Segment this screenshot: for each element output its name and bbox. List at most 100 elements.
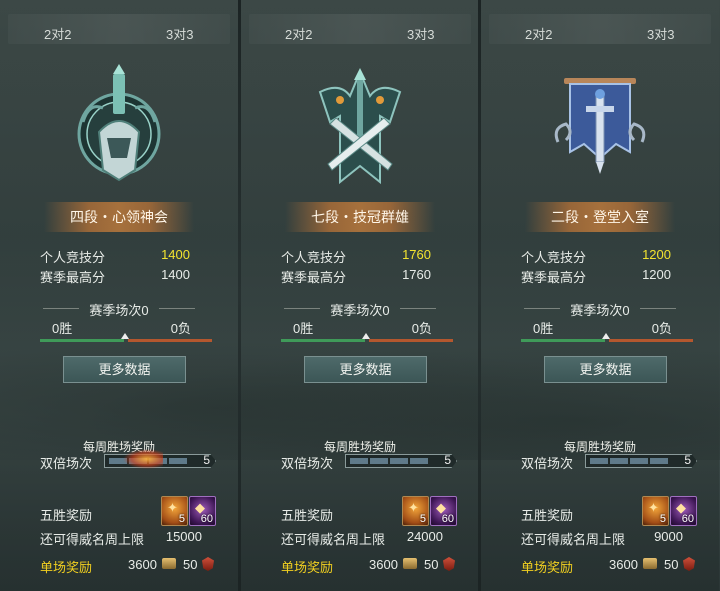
weekly-limit-value: 24000 — [406, 529, 443, 544]
weekly-reward-title: 每周胜场奖励 — [82, 440, 155, 454]
shield-badge-icon — [443, 557, 455, 571]
bar-segment — [650, 458, 668, 464]
reward-item-scroll-icon[interactable]: ✦ 5 — [161, 496, 188, 526]
losses-count: 0负 — [411, 321, 432, 336]
reward-item-scroll-icon[interactable]: ✦ 5 — [642, 496, 669, 526]
weekly-reward-title: 每周胜场奖励 — [563, 440, 636, 454]
item-count: 60 — [441, 513, 454, 525]
rank-emblem-icon — [77, 64, 161, 182]
badge-amount: 50 — [183, 557, 198, 572]
double-matches-count: 5 — [203, 453, 210, 467]
tab-2v2[interactable]: 2对2 — [285, 24, 312, 43]
wins-bar — [40, 339, 124, 342]
more-data-button[interactable]: 更多数据 — [304, 356, 427, 383]
score-value: 1200 — [642, 247, 671, 262]
season-matches: 赛季场次0 — [481, 300, 719, 319]
balance-marker-icon — [362, 333, 370, 339]
weekly-limit-label: 还可得威名周上限 — [281, 532, 386, 547]
weekly-limit-label: 还可得威名周上限 — [40, 532, 145, 547]
best-score-label: 赛季最高分 — [521, 270, 587, 285]
wins-bar — [281, 339, 365, 342]
bar-segment — [169, 458, 187, 464]
renown-icon — [643, 558, 657, 569]
tab-3v3[interactable]: 3对3 — [647, 24, 674, 43]
flame-effect-icon — [123, 449, 163, 469]
bar-segment — [630, 458, 648, 464]
badge-amount: 50 — [664, 557, 679, 572]
single-match-reward-row: 单场奖励 3600 50 — [281, 557, 461, 576]
reward-item-gem-icon[interactable]: ◆ 60 — [189, 496, 216, 526]
reward-item-scroll-icon[interactable]: ✦ 5 — [402, 496, 429, 526]
double-matches-label: 双倍场次 — [521, 456, 574, 471]
single-match-reward-label: 单场奖励 — [521, 560, 574, 575]
five-win-reward-label: 五胜奖励 — [40, 508, 93, 523]
tab-2v2[interactable]: 2对2 — [44, 24, 71, 43]
rank-panel-2: 2对2 3对3 七段・技冠群雄 个人竞技分 1760 赛季最高分 1760 赛季… — [241, 0, 479, 591]
double-matches-count: 5 — [444, 453, 451, 467]
mode-tabs: 2对2 3对3 — [0, 14, 238, 48]
reward-item-gem-icon[interactable]: ◆ 60 — [670, 496, 697, 526]
losses-bar — [128, 339, 212, 342]
weekly-limit-row: 还可得威名周上限 9000 — [521, 529, 683, 548]
score-value: 1400 — [161, 247, 190, 262]
wins-count: 0胜 — [52, 321, 73, 336]
losses-bar — [369, 339, 453, 342]
item-count: 5 — [178, 513, 185, 525]
renown-icon — [162, 558, 176, 569]
rank-panel-3: 2对2 3对3 二段・登堂入室 个人竞技分 1200 赛季最高分 1200 赛季… — [481, 0, 719, 591]
single-match-reward-row: 单场奖励 3600 50 — [521, 557, 701, 576]
five-win-reward-label: 五胜奖励 — [521, 508, 574, 523]
score-label: 个人竞技分 — [281, 250, 347, 265]
weekly-limit-value: 9000 — [654, 529, 683, 544]
weekly-limit-label: 还可得威名周上限 — [521, 532, 626, 547]
best-score-value: 1760 — [402, 267, 431, 282]
item-count: 5 — [659, 513, 666, 525]
double-matches-label: 双倍场次 — [281, 456, 334, 471]
mode-tabs: 2对2 3对3 — [241, 14, 479, 48]
win-loss-bar — [281, 333, 453, 342]
item-count: 60 — [681, 513, 694, 525]
bar-segment — [350, 458, 368, 464]
rank-title: 七段・技冠群雄 — [285, 202, 435, 232]
bar-segment — [410, 458, 428, 464]
five-win-reward-label: 五胜奖励 — [281, 508, 334, 523]
shield-badge-icon — [683, 557, 695, 571]
win-loss-bar — [521, 333, 693, 342]
wins-bar — [521, 339, 605, 342]
renown-amount: 3600 — [369, 557, 398, 572]
double-matches-bar: 5 — [345, 454, 457, 468]
bar-segment — [590, 458, 608, 464]
more-data-button[interactable]: 更多数据 — [544, 356, 667, 383]
rank-emblem-icon — [554, 78, 646, 174]
single-match-reward-label: 单场奖励 — [281, 560, 334, 575]
best-score-value: 1200 — [642, 267, 671, 282]
losses-count: 0负 — [170, 321, 191, 336]
item-count: 60 — [200, 513, 213, 525]
tab-2v2[interactable]: 2对2 — [525, 24, 552, 43]
best-score-label: 赛季最高分 — [40, 270, 106, 285]
balance-marker-icon — [121, 333, 129, 339]
scroll-glyph-icon: ✦ — [408, 500, 419, 515]
shield-badge-icon — [202, 557, 214, 571]
win-loss-bar — [40, 333, 212, 342]
bar-segment — [610, 458, 628, 464]
weekly-limit-value: 15000 — [165, 529, 202, 544]
scroll-glyph-icon: ✦ — [648, 500, 659, 515]
tab-3v3[interactable]: 3对3 — [166, 24, 193, 43]
reward-item-gem-icon[interactable]: ◆ 60 — [430, 496, 457, 526]
scroll-glyph-icon: ✦ — [167, 500, 178, 515]
double-matches-bar: 5 — [585, 454, 697, 468]
rank-panel-1: 2对2 3对3 四段・心领神会 个人竞技分 1400 赛季最高分 1400 赛季… — [0, 0, 238, 591]
double-matches-count: 5 — [684, 453, 691, 467]
weekly-limit-row: 还可得威名周上限 24000 — [281, 529, 443, 548]
tab-3v3[interactable]: 3对3 — [407, 24, 434, 43]
best-score-value: 1400 — [161, 267, 190, 282]
more-data-button[interactable]: 更多数据 — [63, 356, 186, 383]
rank-emblem-icon — [318, 68, 402, 185]
single-match-reward-label: 单场奖励 — [40, 560, 93, 575]
balance-marker-icon — [602, 333, 610, 339]
badge-amount: 50 — [424, 557, 439, 572]
score-label: 个人竞技分 — [521, 250, 587, 265]
single-match-reward-row: 单场奖励 3600 50 — [40, 557, 220, 576]
score-label: 个人竞技分 — [40, 250, 106, 265]
